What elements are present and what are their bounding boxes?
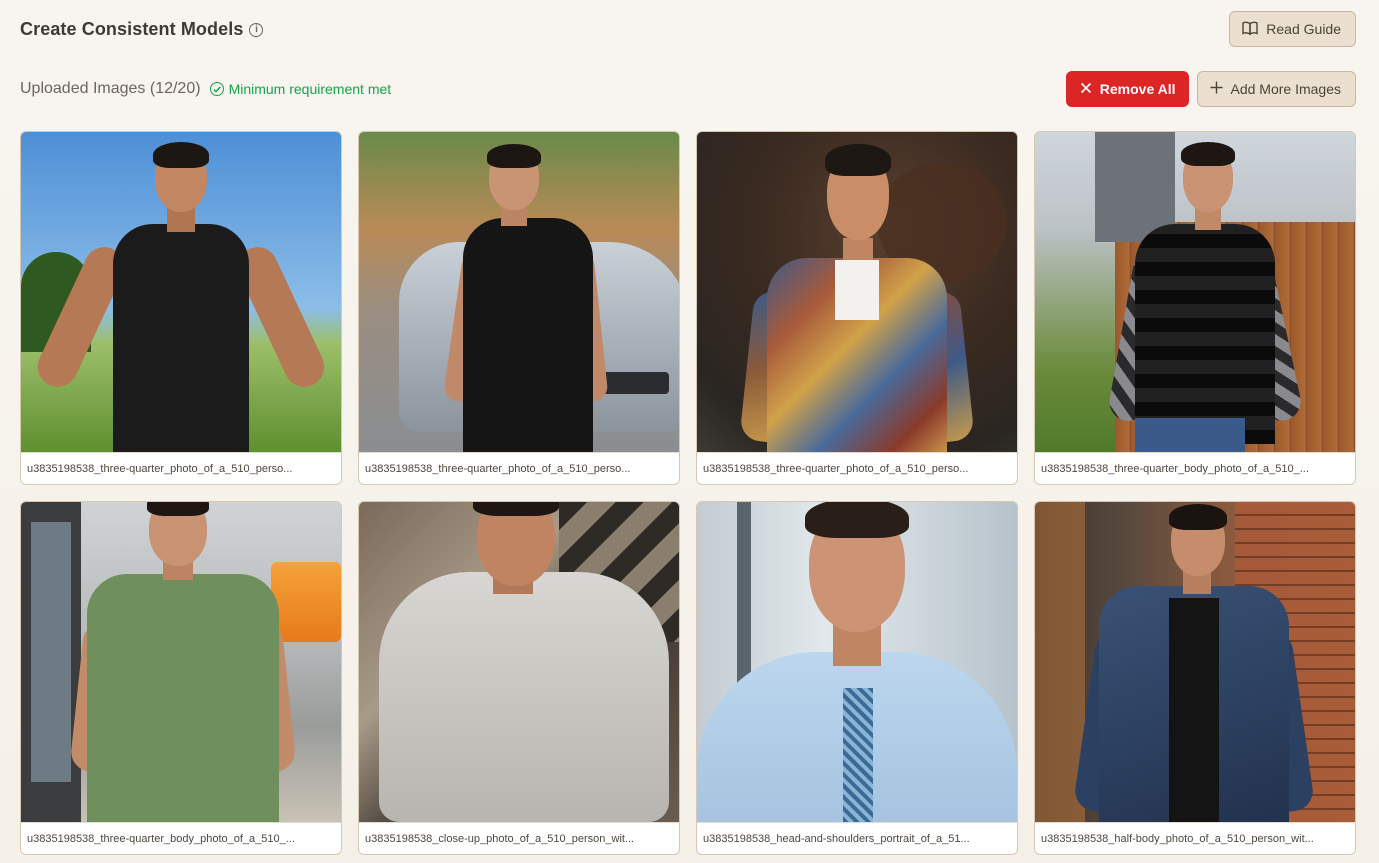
image-card[interactable]: u3835198538_three-quarter_photo_of_a_510… [358,131,680,485]
remove-all-button[interactable]: Remove All [1065,71,1189,107]
image-card[interactable]: u3835198538_three-quarter_body_photo_of_… [1034,131,1356,485]
image-card[interactable]: u3835198538_head-and-shoulders_portrait_… [696,501,1018,855]
add-more-images-button[interactable]: Add More Images [1196,71,1356,107]
title-group: Create Consistent Models i [20,18,264,40]
image-caption: u3835198538_half-body_photo_of_a_510_per… [1035,822,1355,854]
uploaded-image-photo[interactable] [21,502,341,822]
uploaded-image-photo[interactable] [359,502,679,822]
uploaded-image-photo[interactable] [697,132,1017,452]
image-caption: u3835198538_three-quarter_body_photo_of_… [21,822,341,854]
image-grid: u3835198538_three-quarter_photo_of_a_510… [20,131,1356,855]
requirement-status-text: Minimum requirement met [228,81,392,97]
close-icon [1080,81,1092,97]
uploaded-image-photo[interactable] [359,132,679,452]
uploaded-count: Uploaded Images (12/20) [20,80,201,97]
image-card[interactable]: u3835198538_close-up_photo_of_a_510_pers… [358,501,680,855]
remove-all-label: Remove All [1099,81,1176,97]
read-guide-button[interactable]: Read Guide [1229,11,1356,47]
image-caption: u3835198538_three-quarter_photo_of_a_510… [359,452,679,484]
plus-icon [1210,81,1223,97]
info-icon[interactable]: i [249,22,264,37]
image-caption: u3835198538_three-quarter_photo_of_a_510… [697,452,1017,484]
image-caption: u3835198538_close-up_photo_of_a_510_pers… [359,822,679,854]
page-header: Create Consistent Models i Read Guide [20,11,1356,47]
image-card[interactable]: u3835198538_three-quarter_photo_of_a_510… [20,131,342,485]
upload-status-group: Uploaded Images (12/20) Minimum requirem… [20,80,391,98]
uploaded-image-photo[interactable] [1035,132,1355,452]
image-caption: u3835198538_head-and-shoulders_portrait_… [697,822,1017,854]
check-circle-icon [209,82,224,96]
uploaded-image-photo[interactable] [697,502,1017,822]
read-guide-label: Read Guide [1266,21,1341,37]
upload-toolbar: Uploaded Images (12/20) Minimum requirem… [20,71,1356,107]
add-more-images-label: Add More Images [1230,81,1342,97]
requirement-status: Minimum requirement met [209,81,392,97]
image-caption: u3835198538_three-quarter_body_photo_of_… [1035,452,1355,484]
uploaded-image-photo[interactable] [21,132,341,452]
book-icon [1242,21,1258,38]
page-title: Create Consistent Models [20,18,244,39]
uploaded-image-photo[interactable] [1035,502,1355,822]
image-card[interactable]: u3835198538_three-quarter_body_photo_of_… [20,501,342,855]
image-caption: u3835198538_three-quarter_photo_of_a_510… [21,452,341,484]
image-card[interactable]: u3835198538_half-body_photo_of_a_510_per… [1034,501,1356,855]
upload-actions: Remove All Add More Images [1065,71,1356,107]
image-card[interactable]: u3835198538_three-quarter_photo_of_a_510… [696,131,1018,485]
